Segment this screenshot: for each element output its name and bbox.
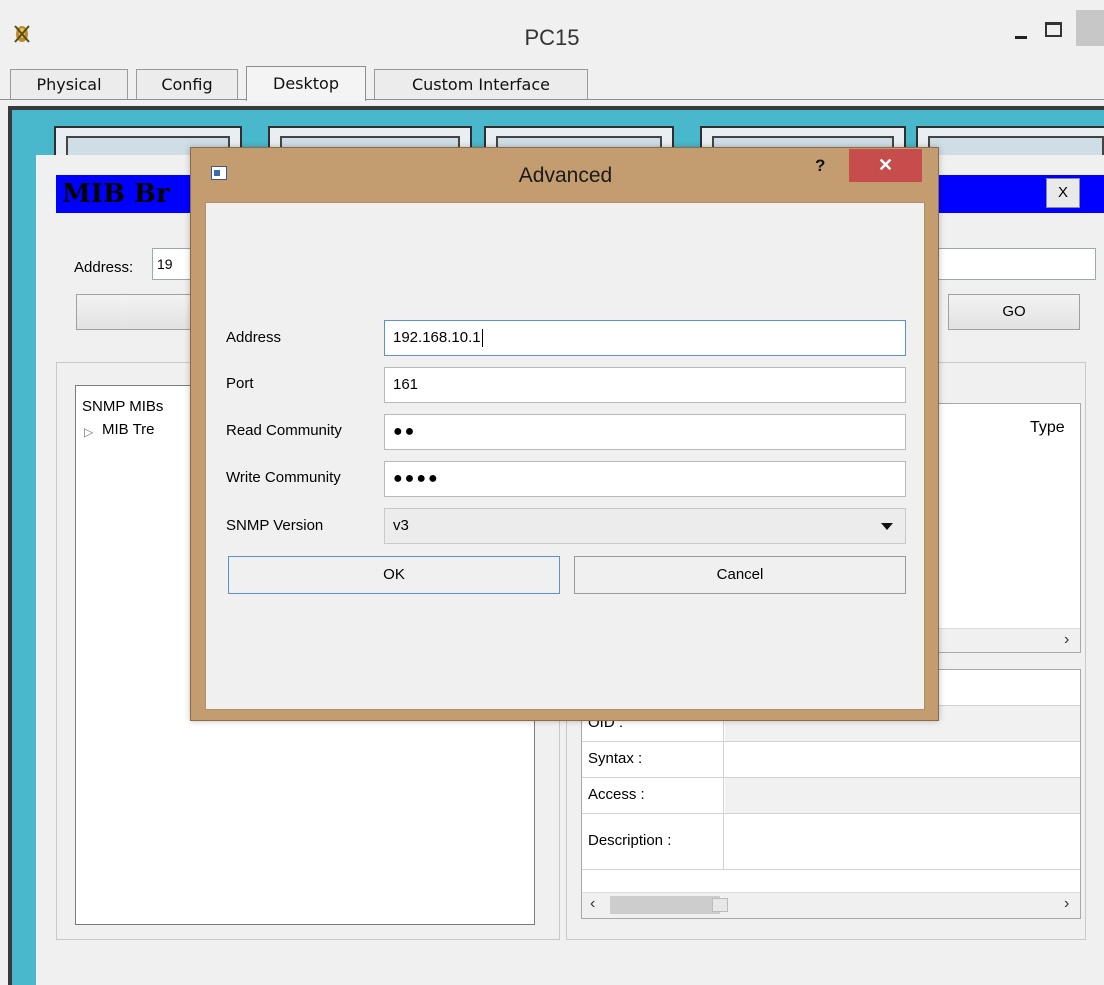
mib-close-button[interactable]: X bbox=[1046, 178, 1080, 208]
detail-value bbox=[725, 778, 1080, 813]
write-community-label: Write Community bbox=[226, 469, 341, 486]
read-community-label: Read Community bbox=[226, 422, 342, 439]
text-caret bbox=[481, 329, 483, 348]
detail-label-syntax: Syntax : bbox=[582, 742, 724, 777]
detail-label-description: Description : bbox=[582, 814, 724, 869]
port-field-label: Port bbox=[226, 375, 254, 392]
table-row: Description : bbox=[582, 814, 1080, 870]
help-button[interactable]: ? bbox=[815, 156, 825, 176]
address-field[interactable]: 192.168.10.1 bbox=[384, 320, 906, 356]
tab-config[interactable]: Config bbox=[136, 69, 238, 100]
cancel-button[interactable]: Cancel bbox=[574, 556, 906, 594]
type-column-header: Type bbox=[1030, 419, 1065, 436]
dialog-body: Address 192.168.10.1 Port 161 Read Commu… bbox=[205, 202, 925, 710]
tree-title: SNMP MIBs bbox=[82, 398, 164, 415]
snmp-version-label: SNMP Version bbox=[226, 517, 324, 534]
snmp-version-value: v3 bbox=[393, 517, 409, 534]
mib-browser-title: MIB Br bbox=[62, 179, 170, 209]
title-bar: PC15 bbox=[0, 0, 1104, 66]
go-button[interactable]: GO bbox=[948, 294, 1080, 330]
tab-custom-interface[interactable]: Custom Interface bbox=[374, 69, 588, 100]
address-field-value: 192.168.10.1 bbox=[393, 329, 481, 346]
ok-button[interactable]: OK bbox=[228, 556, 560, 594]
tree-item-mib-tree[interactable]: MIB Tre bbox=[102, 421, 155, 438]
port-field[interactable]: 161 bbox=[384, 367, 906, 403]
detail-label-access: Access : bbox=[582, 778, 724, 813]
address-label: Address: bbox=[74, 259, 134, 276]
scroll-right-icon[interactable]: › bbox=[1064, 631, 1069, 649]
window-title: PC15 bbox=[524, 25, 580, 50]
tab-desktop[interactable]: Desktop bbox=[246, 66, 366, 101]
snmp-version-select[interactable]: v3 bbox=[384, 508, 906, 544]
expand-arrow-icon[interactable]: ▷ bbox=[84, 425, 93, 439]
table-row: Access : bbox=[582, 778, 1080, 814]
detail-value bbox=[725, 742, 1080, 777]
close-button[interactable] bbox=[1076, 10, 1104, 46]
scroll-right-icon[interactable]: › bbox=[1064, 895, 1069, 913]
minimize-button[interactable] bbox=[1006, 18, 1036, 46]
scrollbar-grip[interactable] bbox=[712, 898, 728, 912]
dialog-close-button[interactable]: ✕ bbox=[849, 149, 922, 182]
tab-bar: Physical Config Desktop Custom Interface bbox=[0, 66, 1104, 101]
address-field-label: Address bbox=[226, 329, 282, 346]
table-row: Syntax : bbox=[582, 742, 1080, 778]
tab-physical[interactable]: Physical bbox=[10, 69, 128, 100]
write-community-field[interactable]: ●●●● bbox=[384, 461, 906, 497]
scrollbar-thumb[interactable] bbox=[610, 896, 720, 914]
detail-horizontal-scrollbar[interactable]: ‹ › bbox=[582, 892, 1080, 918]
dialog-title: Advanced bbox=[518, 164, 613, 187]
tab-divider bbox=[0, 99, 1104, 100]
detail-value bbox=[725, 814, 1080, 869]
chevron-down-icon[interactable] bbox=[881, 523, 893, 530]
read-community-field[interactable]: ●● bbox=[384, 414, 906, 450]
maximize-button[interactable] bbox=[1038, 14, 1066, 42]
scroll-left-icon[interactable]: ‹ bbox=[590, 895, 595, 913]
advanced-dialog: Advanced ? ✕ Address 192.168.10.1 Port 1… bbox=[190, 147, 939, 721]
